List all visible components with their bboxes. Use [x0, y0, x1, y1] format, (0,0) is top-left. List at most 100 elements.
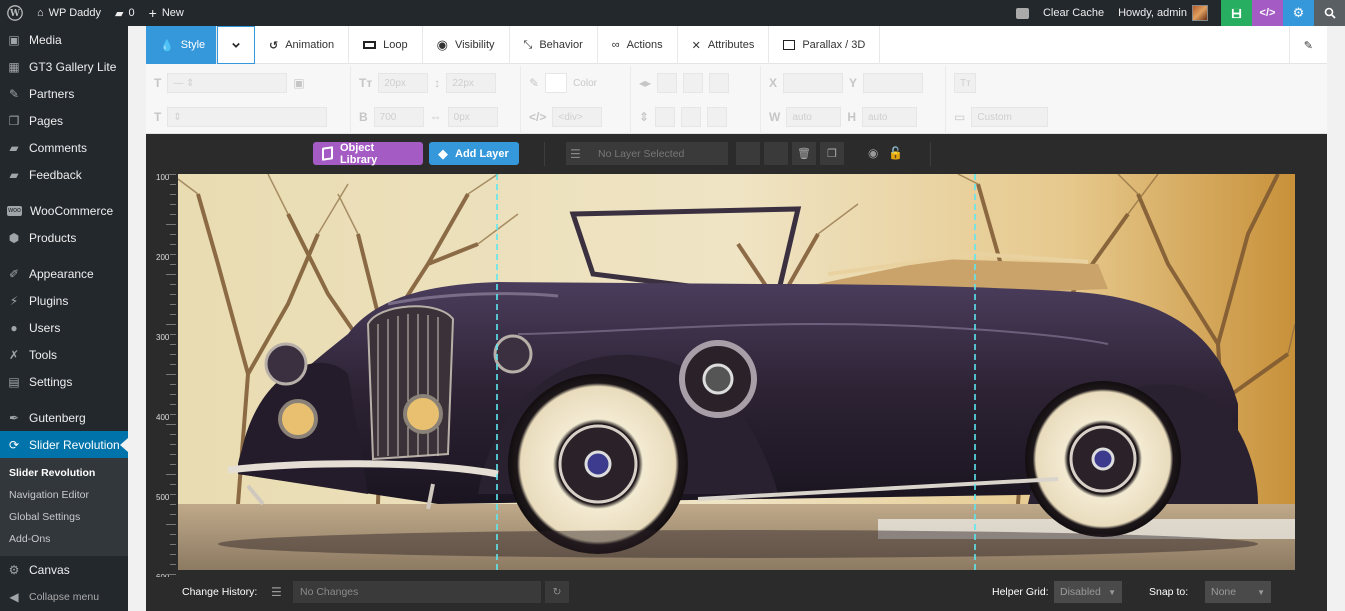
line-height-input[interactable]: 22px: [446, 73, 497, 93]
html-tag-select[interactable]: <div>: [552, 107, 603, 127]
sidebar-item-label: Canvas: [29, 562, 70, 577]
tab-actions[interactable]: ∞ Actions: [598, 26, 678, 64]
align-right-button[interactable]: [709, 73, 730, 93]
sidebar-item-settings[interactable]: ▤ Settings: [0, 368, 128, 395]
sidebar-item-plugins[interactable]: ⚡ Plugins: [0, 287, 128, 314]
plus-icon: +: [148, 5, 157, 21]
helper-guide-line[interactable]: [974, 174, 976, 570]
style-dropdown-button[interactable]: [217, 26, 255, 64]
change-history-select[interactable]: No Changes: [293, 581, 541, 603]
sidebar-item-label: Users: [29, 320, 61, 335]
paperclip-icon: ✎: [1303, 39, 1313, 52]
comment-bubble-icon: ▰: [115, 7, 124, 20]
tab-behavior[interactable]: ⤡ Behavior: [510, 26, 598, 64]
history-icon: ↺: [269, 39, 279, 52]
submenu-slider-revolution[interactable]: Slider Revolution: [0, 462, 128, 484]
color-swatch[interactable]: [545, 73, 568, 93]
layer-option-button-2[interactable]: [764, 142, 788, 165]
submenu-add-ons[interactable]: Add-Ons: [0, 528, 128, 550]
tab-loop[interactable]: Loop: [349, 26, 423, 64]
tab-style[interactable]: 💧 Style: [146, 26, 217, 64]
eye-icon[interactable]: ◉: [868, 146, 878, 160]
height-input[interactable]: auto: [862, 107, 917, 127]
letter-spacing-icon: ⇔: [429, 110, 442, 124]
layer-select[interactable]: No Layer Selected: [566, 142, 728, 165]
site-name-link[interactable]: ⌂ WP Daddy: [30, 0, 108, 26]
sidebar-item-comments[interactable]: ▰ Comments: [0, 134, 128, 161]
save-button[interactable]: [1221, 0, 1252, 26]
tab-visibility[interactable]: ◉ Visibility: [423, 26, 510, 64]
slide-canvas[interactable]: [178, 174, 1295, 570]
width-input[interactable]: auto: [786, 107, 842, 127]
sidebar-item-woocommerce[interactable]: woo WooCommerce: [0, 197, 128, 224]
align-middle-button[interactable]: [681, 107, 702, 127]
comments-link[interactable]: ▰ 0: [108, 0, 142, 26]
sidebar-item-canvas[interactable]: ⚙ Canvas: [0, 556, 128, 583]
properties-row-2: T ⇕ B 700 ⇔ 0px </> <div> ⇕ W auto H aut…: [146, 100, 1327, 134]
sidebar-item-pages[interactable]: ❐ Pages: [0, 107, 128, 134]
duplicate-layer-button[interactable]: ❐: [820, 142, 844, 165]
gear-icon: ⚙: [8, 562, 20, 577]
add-layer-button[interactable]: ◆ Add Layer: [429, 142, 519, 165]
sidebar-item-media[interactable]: ▣ Media: [0, 26, 128, 53]
sidebar-item-tools[interactable]: ✗ Tools: [0, 341, 128, 368]
gallery-icon: ▦: [8, 59, 20, 74]
sidebar-item-slider-revolution[interactable]: ⟳ Slider Revolution: [0, 431, 128, 458]
account-menu[interactable]: Howdy, admin: [1111, 0, 1215, 26]
text-transform-button[interactable]: Tт: [954, 73, 976, 93]
tab-animation[interactable]: ↺ Animation: [255, 26, 350, 64]
letter-spacing-input[interactable]: 0px: [447, 107, 498, 127]
align-top-button[interactable]: [655, 107, 676, 127]
clear-cache-link[interactable]: Clear Cache: [1036, 0, 1111, 26]
collapse-menu-button[interactable]: ◀ Collapse menu: [0, 583, 128, 610]
pin-icon: ✎: [8, 86, 20, 101]
font-weight-select[interactable]: 700: [373, 107, 424, 127]
lock-icon[interactable]: 🔓: [888, 146, 903, 160]
object-library-button[interactable]: Object Library: [313, 142, 423, 166]
align-center-button[interactable]: [683, 73, 704, 93]
chevron-down-icon: ▼: [1257, 587, 1265, 597]
snap-to-select[interactable]: None ▼: [1205, 581, 1271, 603]
slider-revolution-submenu: Slider Revolution Navigation Editor Glob…: [0, 458, 128, 556]
undo-button[interactable]: ↻: [545, 581, 569, 603]
align-bottom-button[interactable]: [707, 107, 728, 127]
helper-guide-line[interactable]: [496, 174, 498, 570]
cache-icon-button[interactable]: [1009, 0, 1036, 26]
size-preset-select[interactable]: Custom: [971, 107, 1048, 127]
attachment-button[interactable]: ✎: [1288, 26, 1327, 64]
sidebar-item-gutenberg[interactable]: ✒ Gutenberg: [0, 404, 128, 431]
submenu-navigation-editor[interactable]: Navigation Editor: [0, 484, 128, 506]
sidebar-item-partners[interactable]: ✎ Partners: [0, 80, 128, 107]
font-size-input[interactable]: 20px: [378, 73, 429, 93]
new-content-link[interactable]: + New: [142, 0, 191, 26]
sidebar-item-appearance[interactable]: ✐ Appearance: [0, 260, 128, 287]
image-icon: [783, 40, 796, 50]
font-size-icon: Tт: [359, 76, 373, 90]
ruler-tick: [170, 214, 176, 215]
x-position-input[interactable]: [783, 73, 844, 93]
snap-to-label: Snap to:: [1149, 586, 1189, 598]
wordpress-logo-icon[interactable]: W: [0, 0, 30, 26]
code-button[interactable]: </>: [1252, 0, 1283, 26]
submenu-global-settings[interactable]: Global Settings: [0, 506, 128, 528]
ruler-tick: [170, 184, 176, 185]
layer-select-value: No Layer Selected: [598, 147, 685, 160]
font-family-select[interactable]: — ⇕: [167, 73, 288, 93]
settings-button[interactable]: ⚙: [1283, 0, 1314, 26]
sidebar-item-products[interactable]: ⬢ Products: [0, 224, 128, 251]
delete-layer-button[interactable]: 🗑: [792, 142, 816, 165]
sidebar-item-gt3-gallery[interactable]: ▦ GT3 Gallery Lite: [0, 53, 128, 80]
tab-attributes[interactable]: ✕ Attributes: [678, 26, 770, 64]
layer-option-button-1[interactable]: [736, 142, 760, 165]
tab-parallax-3d[interactable]: Parallax / 3D: [769, 26, 881, 64]
helper-grid-select[interactable]: Disabled ▼: [1054, 581, 1122, 603]
sidebar-item-feedback[interactable]: ▰ Feedback: [0, 161, 128, 188]
search-button[interactable]: [1314, 0, 1345, 26]
sidebar-item-users[interactable]: ● Users: [0, 314, 128, 341]
ruler-tick: [170, 314, 176, 315]
add-layer-label: Add Layer: [455, 147, 509, 160]
ruler-tick: [170, 444, 176, 445]
align-left-button[interactable]: [657, 73, 678, 93]
y-position-input[interactable]: [863, 73, 924, 93]
font-style-select[interactable]: ⇕: [167, 107, 328, 127]
